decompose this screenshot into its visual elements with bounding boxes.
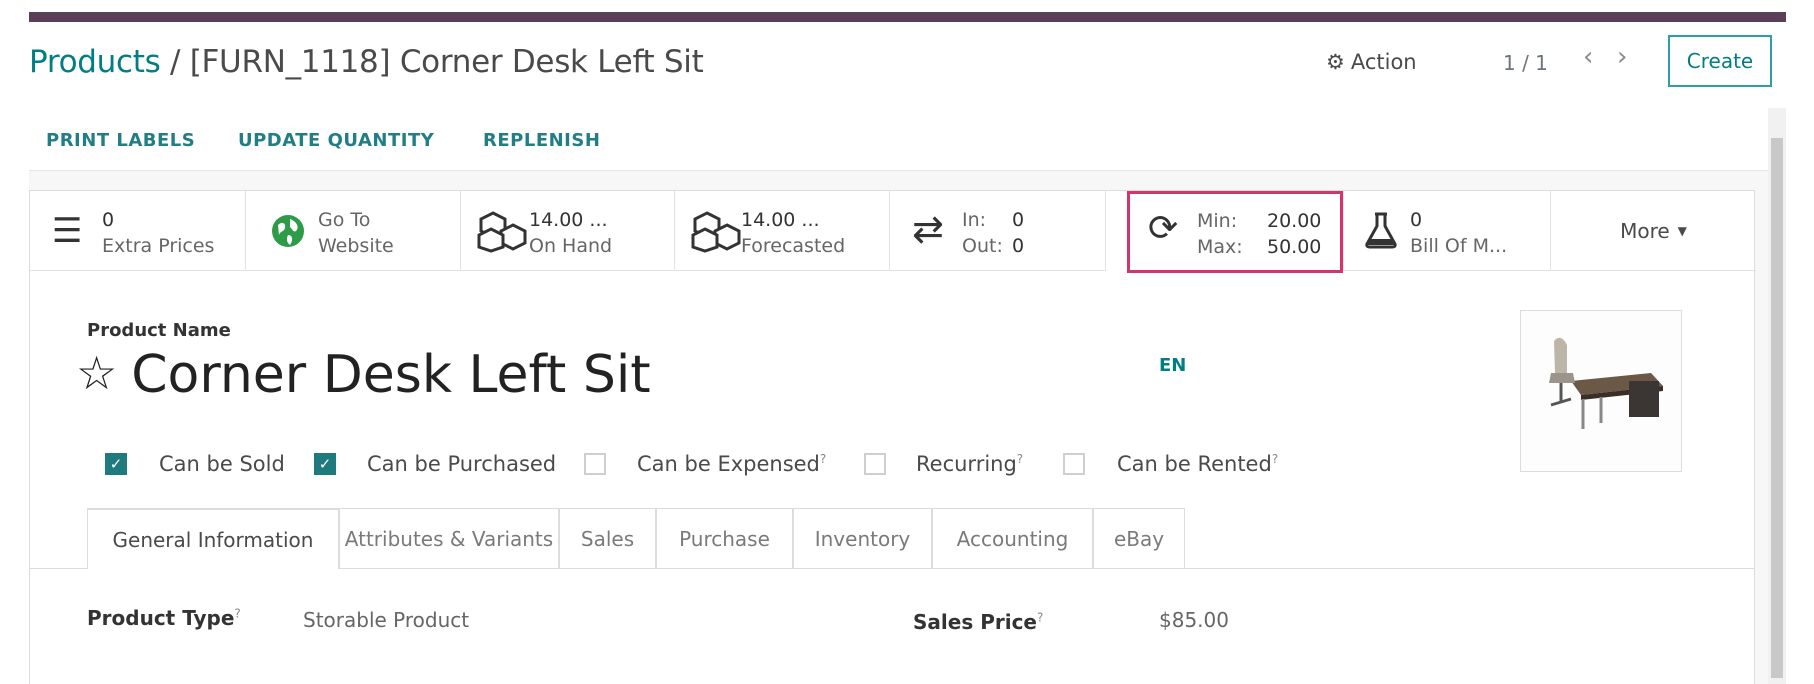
recurring-label: Recurring? — [916, 452, 1024, 476]
can-be-purchased-checkbox[interactable]: ✓ — [314, 453, 336, 475]
globe-icon — [272, 215, 304, 247]
tab-attributes-variants[interactable]: Attributes & Variants — [339, 508, 559, 568]
in-out-button[interactable]: ⇄ In: 0 Out: 0 — [890, 191, 1106, 271]
max-value: 50.00 — [1267, 236, 1322, 258]
chevron-right-icon[interactable]: › — [1617, 42, 1627, 72]
can-be-expensed-checkbox[interactable] — [584, 453, 606, 475]
out-value: 0 — [1012, 235, 1025, 257]
tab-accounting[interactable]: Accounting — [932, 508, 1093, 568]
replenish-button[interactable]: REPLENISH — [483, 130, 600, 151]
print-labels-button[interactable]: PRINT LABELS — [46, 130, 195, 151]
can-be-sold-checkbox[interactable]: ✓ — [105, 453, 127, 475]
extra-prices-button[interactable]: ☰ 0 Extra Prices — [30, 191, 246, 271]
action-label: Action — [1350, 50, 1417, 74]
help-tooltip-icon: ? — [234, 606, 241, 621]
scrollbar-thumb[interactable] — [1771, 138, 1783, 678]
tab-general-information[interactable]: General Information — [87, 508, 339, 569]
more-label: More — [1620, 218, 1670, 243]
bom-count: 0 — [1410, 209, 1423, 231]
forecasted-button[interactable]: 14.00 ... Forecasted — [675, 191, 890, 271]
breadcrumb: Products / [FURN_1118] Corner Desk Left … — [29, 44, 704, 80]
cubes-icon — [477, 211, 527, 253]
out-label: Out: — [962, 235, 1003, 257]
product-type-label: Product Type? — [87, 606, 241, 630]
can-be-expensed-label: Can be Expensed? — [637, 452, 827, 476]
tab-ebay[interactable]: eBay — [1093, 508, 1185, 568]
breadcrumb-products-link[interactable]: Products — [29, 44, 161, 80]
max-label: Max: — [1197, 236, 1243, 258]
website-value: Go To — [318, 209, 371, 231]
sales-price-field[interactable]: $85.00 — [1159, 608, 1229, 632]
sales-price-label: Sales Price? — [913, 610, 1044, 634]
help-tooltip-icon: ? — [819, 452, 827, 466]
control-panel: Products / [FURN_1118] Corner Desk Left … — [29, 22, 1786, 109]
pager-value[interactable]: 1 / 1 — [1503, 51, 1548, 75]
cubes-icon — [691, 211, 741, 253]
bill-of-materials-button[interactable]: 0 Bill Of M... — [1343, 191, 1551, 271]
tab-inventory[interactable]: Inventory — [793, 508, 932, 568]
exchange-icon: ⇄ — [912, 207, 944, 251]
help-tooltip-icon: ? — [1016, 452, 1024, 466]
product-type-field[interactable]: Storable Product — [303, 608, 469, 632]
on-hand-button[interactable]: 14.00 ... On Hand — [461, 191, 675, 271]
in-label: In: — [962, 209, 987, 231]
help-tooltip-icon: ? — [1271, 452, 1279, 466]
bom-label: Bill Of M... — [1410, 235, 1508, 257]
chevron-left-icon[interactable]: ‹ — [1583, 42, 1593, 72]
form-sheet: ☰ 0 Extra Prices Go To Website 14.00 ...… — [29, 190, 1756, 684]
website-label: Website — [318, 235, 394, 257]
can-be-purchased-label: Can be Purchased — [367, 452, 557, 476]
more-button[interactable]: More ▼ — [1551, 191, 1756, 271]
extra-prices-count: 0 — [102, 209, 115, 231]
caret-down-icon: ▼ — [1677, 223, 1687, 238]
status-bar: PRINT LABELS UPDATE QUANTITY REPLENISH — [29, 108, 1768, 171]
help-tooltip-icon: ? — [1036, 610, 1044, 625]
extra-prices-label: Extra Prices — [102, 235, 215, 257]
on-hand-value: 14.00 ... — [529, 209, 608, 231]
min-value: 20.00 — [1267, 210, 1322, 232]
forecasted-value: 14.00 ... — [741, 209, 820, 231]
min-label: Min: — [1197, 210, 1238, 232]
action-menu-button[interactable]: ⚙ Action — [1326, 50, 1417, 74]
desk-image — [1549, 337, 1663, 429]
refresh-icon: ⟳ — [1148, 208, 1179, 249]
min-max-button[interactable]: ⟳ Min: 20.00 Max: 50.00 — [1127, 191, 1343, 273]
list-icon: ☰ — [52, 211, 83, 251]
can-be-rented-checkbox[interactable] — [1063, 453, 1085, 475]
language-button[interactable]: EN — [1159, 355, 1186, 376]
flask-icon — [1365, 212, 1397, 249]
forecasted-label: Forecasted — [741, 235, 846, 257]
product-name-field[interactable]: Corner Desk Left Sit — [131, 345, 650, 405]
star-icon[interactable]: ☆ — [76, 346, 117, 400]
notebook-tabs: General Information Attributes & Variant… — [29, 508, 1755, 569]
can-be-rented-label: Can be Rented? — [1117, 452, 1279, 476]
on-hand-label: On Hand — [529, 235, 613, 257]
gear-icon: ⚙ — [1326, 50, 1345, 74]
go-to-website-button[interactable]: Go To Website — [246, 191, 461, 271]
app-top-bar — [29, 12, 1786, 22]
tab-purchase[interactable]: Purchase — [656, 508, 793, 568]
tab-sales[interactable]: Sales — [559, 508, 656, 568]
scrollbar[interactable] — [1768, 108, 1786, 684]
product-title: ☆ Corner Desk Left Sit — [76, 345, 651, 405]
breadcrumb-current: [FURN_1118] Corner Desk Left Sit — [189, 44, 704, 80]
recurring-checkbox[interactable] — [864, 453, 886, 475]
in-value: 0 — [1012, 209, 1025, 231]
product-image[interactable] — [1520, 310, 1682, 472]
product-name-label: Product Name — [87, 320, 231, 341]
create-button[interactable]: Create — [1668, 35, 1772, 87]
can-be-sold-label: Can be Sold — [159, 452, 285, 476]
breadcrumb-separator: / — [160, 44, 190, 80]
update-quantity-button[interactable]: UPDATE QUANTITY — [238, 130, 434, 151]
